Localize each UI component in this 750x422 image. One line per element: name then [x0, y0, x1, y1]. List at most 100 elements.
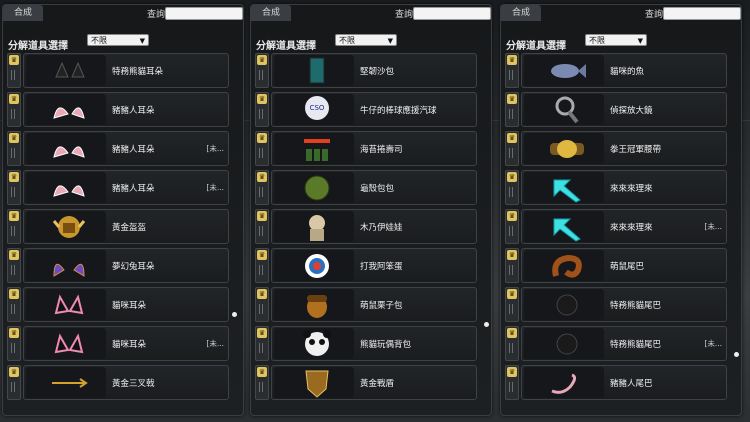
- item-card[interactable]: CSO 牛仔的棒球應援汽球: [271, 92, 477, 127]
- list-item[interactable]: ♛ 黃金盔盔: [7, 209, 231, 244]
- item-slot[interactable]: ♛: [505, 92, 519, 127]
- scrollbar-thumb-3[interactable]: [734, 352, 739, 357]
- item-slot[interactable]: ♛: [7, 209, 21, 244]
- item-slot[interactable]: ♛: [7, 131, 21, 166]
- filter-dropdown[interactable]: 不限 ▼: [87, 34, 149, 46]
- list-item[interactable]: ♛ 貓咪耳朵 [未...: [7, 326, 231, 361]
- item-card[interactable]: 豬豬人尾巴: [521, 365, 727, 400]
- item-slot[interactable]: ♛: [505, 131, 519, 166]
- synthesis-tab[interactable]: 合成: [501, 5, 541, 21]
- item-slot[interactable]: ♛: [255, 287, 269, 322]
- item-slot[interactable]: ♛: [505, 170, 519, 205]
- list-item[interactable]: ♛ 來來來理來 [未...: [505, 209, 729, 244]
- item-slot[interactable]: ♛: [255, 248, 269, 283]
- list-item[interactable]: ♛ 黃金戰盾: [255, 365, 479, 400]
- list-item[interactable]: ♛ 打我阿笨蛋: [255, 248, 479, 283]
- item-slot[interactable]: ♛: [7, 365, 21, 400]
- item-slot[interactable]: ♛: [7, 53, 21, 88]
- item-card[interactable]: 拳王冠軍腰帶: [521, 131, 727, 166]
- item-slot[interactable]: ♛: [255, 365, 269, 400]
- item-card[interactable]: 豬豬人耳朵 [未...: [23, 131, 229, 166]
- item-card[interactable]: 黃金盔盔: [23, 209, 229, 244]
- list-item[interactable]: ♛ 黃金三叉戟: [7, 365, 231, 400]
- item-slot[interactable]: ♛: [7, 92, 21, 127]
- item-card[interactable]: 海苔捲壽司: [271, 131, 477, 166]
- list-item[interactable]: ♛ 堅韌沙包: [255, 53, 479, 88]
- list-item[interactable]: ♛ 萌鼠栗子包: [255, 287, 479, 322]
- item-card[interactable]: 黃金戰盾: [271, 365, 477, 400]
- item-icon-frame: [524, 328, 604, 359]
- list-item[interactable]: ♛ 熊貓玩偶背包: [255, 326, 479, 361]
- item-slot[interactable]: ♛: [7, 248, 21, 283]
- list-item[interactable]: ♛ 海苔捲壽司: [255, 131, 479, 166]
- item-card[interactable]: 特務熊貓尾巴: [521, 287, 727, 322]
- item-slot[interactable]: ♛: [505, 209, 519, 244]
- item-card[interactable]: 貓咪的魚: [521, 53, 727, 88]
- item-card[interactable]: 龜殼包包: [271, 170, 477, 205]
- item-slot[interactable]: ♛: [255, 209, 269, 244]
- item-slot[interactable]: ♛: [505, 287, 519, 322]
- lock-icon: ♛: [9, 211, 19, 221]
- item-card[interactable]: 打我阿笨蛋: [271, 248, 477, 283]
- item-slot[interactable]: ♛: [505, 248, 519, 283]
- list-item[interactable]: ♛ 龜殼包包: [255, 170, 479, 205]
- scrollbar-thumb-2[interactable]: [484, 322, 489, 327]
- search-input[interactable]: [663, 7, 741, 20]
- list-item[interactable]: ♛ 拳王冠軍腰帶: [505, 131, 729, 166]
- lock-icon: ♛: [507, 211, 517, 221]
- item-slot[interactable]: ♛: [255, 326, 269, 361]
- item-status-tag: [未...: [206, 183, 224, 192]
- slot-grip-icon: [509, 343, 515, 353]
- slot-grip-icon: [259, 226, 265, 236]
- item-slot[interactable]: ♛: [255, 53, 269, 88]
- item-card[interactable]: 豬豬人耳朵: [23, 92, 229, 127]
- list-item[interactable]: ♛ 偵探放大鏡: [505, 92, 729, 127]
- item-slot[interactable]: ♛: [7, 170, 21, 205]
- list-item[interactable]: ♛ 貓咪的魚: [505, 53, 729, 88]
- item-card[interactable]: 木乃伊娃娃: [271, 209, 477, 244]
- list-item[interactable]: ♛ 特務熊貓尾巴 [未...: [505, 326, 729, 361]
- synthesis-tab[interactable]: 合成: [3, 5, 43, 21]
- list-item[interactable]: ♛ 貓咪耳朵: [7, 287, 231, 322]
- item-card[interactable]: 貓咪耳朵: [23, 287, 229, 322]
- item-card[interactable]: 豬豬人耳朵 [未...: [23, 170, 229, 205]
- item-card[interactable]: 來來來理來 [未...: [521, 209, 727, 244]
- item-card[interactable]: 萌鼠栗子包: [271, 287, 477, 322]
- search-input[interactable]: [165, 7, 243, 20]
- item-slot[interactable]: ♛: [505, 326, 519, 361]
- item-slot[interactable]: ♛: [7, 326, 21, 361]
- item-slot[interactable]: ♛: [255, 170, 269, 205]
- item-slot[interactable]: ♛: [505, 53, 519, 88]
- item-slot[interactable]: ♛: [505, 365, 519, 400]
- list-item[interactable]: ♛ 豬豬人尾巴: [505, 365, 729, 400]
- item-slot[interactable]: ♛: [255, 131, 269, 166]
- synthesis-tab[interactable]: 合成: [251, 5, 291, 21]
- list-item[interactable]: ♛ 特務熊貓耳朵: [7, 53, 231, 88]
- item-card[interactable]: 堅韌沙包: [271, 53, 477, 88]
- item-card[interactable]: 貓咪耳朵 [未...: [23, 326, 229, 361]
- list-item[interactable]: ♛ 豬豬人耳朵 [未...: [7, 170, 231, 205]
- item-icon-frame: [524, 250, 604, 281]
- list-item[interactable]: ♛ 豬豬人耳朵 [未...: [7, 131, 231, 166]
- item-card[interactable]: 特務熊貓尾巴 [未...: [521, 326, 727, 361]
- item-card[interactable]: 熊貓玩偶背包: [271, 326, 477, 361]
- list-item[interactable]: ♛ 夢幻兔耳朵: [7, 248, 231, 283]
- filter-dropdown[interactable]: 不限 ▼: [335, 34, 397, 46]
- list-item[interactable]: ♛ CSO 牛仔的棒球應援汽球: [255, 92, 479, 127]
- list-item[interactable]: ♛ 來來來理來: [505, 170, 729, 205]
- list-item[interactable]: ♛ 萌鼠尾巴: [505, 248, 729, 283]
- list-item[interactable]: ♛ 豬豬人耳朵: [7, 92, 231, 127]
- item-card[interactable]: 萌鼠尾巴: [521, 248, 727, 283]
- item-card[interactable]: 夢幻兔耳朵: [23, 248, 229, 283]
- item-card[interactable]: 特務熊貓耳朵: [23, 53, 229, 88]
- item-slot[interactable]: ♛: [7, 287, 21, 322]
- filter-dropdown[interactable]: 不限 ▼: [585, 34, 647, 46]
- list-item[interactable]: ♛ 木乃伊娃娃: [255, 209, 479, 244]
- item-slot[interactable]: ♛: [255, 92, 269, 127]
- scrollbar-thumb-1[interactable]: [232, 312, 237, 317]
- search-input[interactable]: [413, 7, 491, 20]
- item-card[interactable]: 來來來理來: [521, 170, 727, 205]
- item-card[interactable]: 偵探放大鏡: [521, 92, 727, 127]
- list-item[interactable]: ♛ 特務熊貓尾巴: [505, 287, 729, 322]
- item-card[interactable]: 黃金三叉戟: [23, 365, 229, 400]
